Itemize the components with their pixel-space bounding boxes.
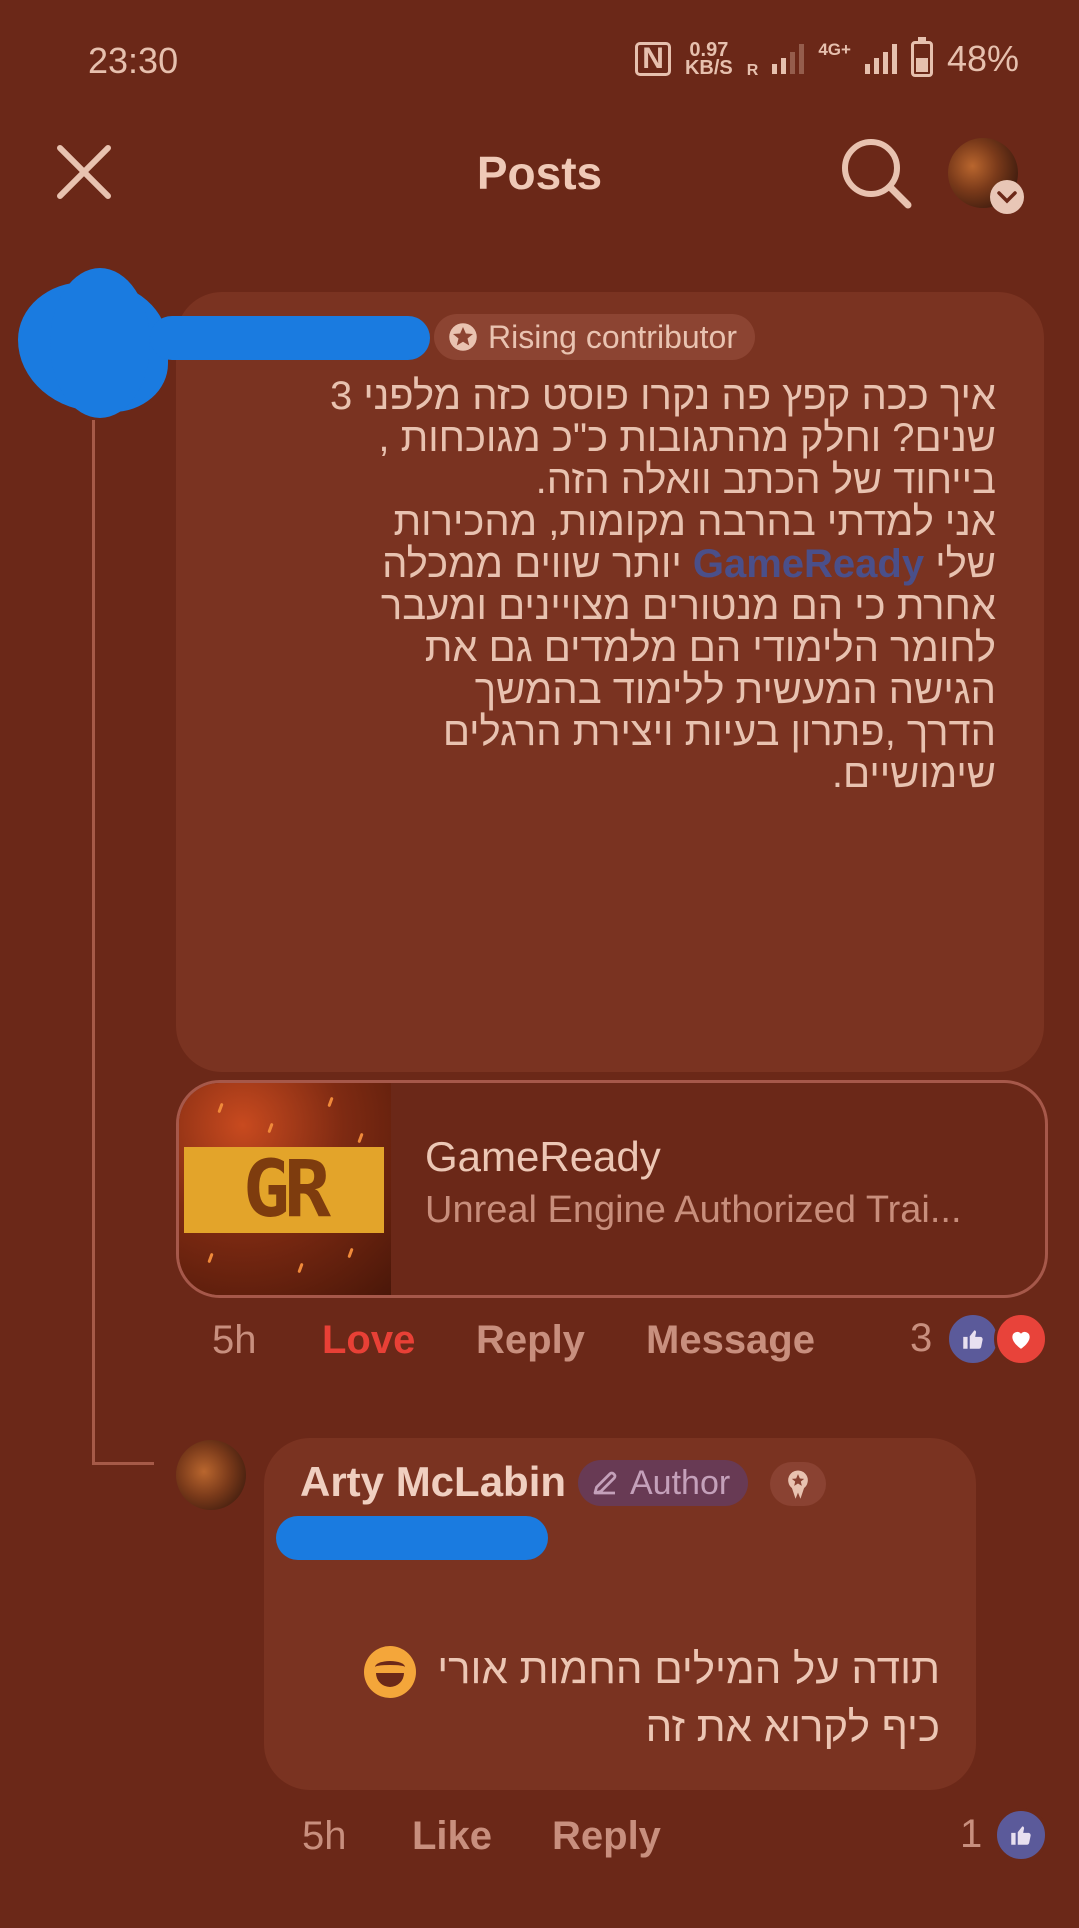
star-icon (449, 323, 477, 351)
roaming-indicator: R (746, 62, 759, 79)
link-subtitle: Unreal Engine Authorized Trai... (425, 1189, 962, 1231)
reply-fragment: תודה על המילים החמות אורי (437, 1645, 940, 1692)
link-title: GameReady (425, 1133, 661, 1180)
link-preview-card[interactable]: GR GameReady Unreal Engine Authorized Tr… (176, 1080, 1048, 1298)
love-button[interactable]: Love (322, 1318, 415, 1363)
comment-fragment: שלי (935, 542, 996, 586)
heart-icon (1012, 1331, 1030, 1349)
nfc-icon: N (635, 42, 671, 76)
comment-line-with-mention: שלי GameReady יותר שווים ממכלה (196, 543, 996, 585)
rising-contributor-badge: Rising contributor (434, 314, 755, 360)
reply-time: 5h (302, 1814, 347, 1858)
reply-author-name[interactable]: Arty McLabin (300, 1458, 566, 1506)
comment-line: אני למדתי בהרבה מקומות, מהכירות (393, 500, 996, 544)
reply-like-button[interactable]: Like (412, 1814, 492, 1859)
reply-like-reaction (994, 1808, 1048, 1862)
link-thumbnail: GR (179, 1083, 391, 1295)
network-type: 4G+ (818, 40, 851, 59)
comment-text: איך ככה קפץ פה נקרו פוסט כזה מלפני 3 שני… (196, 375, 996, 795)
comment-line: אחרת כי הם מנטורים מצויינים ומעבר (380, 584, 996, 628)
reply-line: תודה על המילים החמות אורי (300, 1640, 940, 1698)
network-speed: 0.97 KB/S (684, 40, 733, 79)
pencil-icon (593, 1471, 617, 1495)
like-reaction (946, 1312, 1000, 1366)
search-icon (842, 139, 912, 209)
reply-reply-button[interactable]: Reply (552, 1814, 661, 1859)
reply-author-avatar[interactable] (176, 1440, 246, 1510)
heart-reaction (994, 1312, 1048, 1366)
mention-link-gameready[interactable]: GameReady (693, 542, 924, 586)
speed-unit: KB/S (684, 57, 733, 79)
author-badge-label: Author (630, 1463, 731, 1502)
redaction-mark-avatar-2 (50, 268, 150, 418)
badge-label: Rising contributor (488, 318, 737, 355)
signal-icon-2 (864, 44, 897, 74)
comment-line: שימושיים. (831, 752, 996, 796)
author-badge: Author (578, 1460, 749, 1506)
comment-line: שנים? וחלק מהתגובות כ"כ מגוכחות , (378, 416, 996, 460)
chevron-down-icon (997, 191, 1017, 204)
message-button[interactable]: Message (646, 1318, 815, 1363)
comment-line: הדרך ,פתרון בעיות ויצירת הרגלים (442, 710, 996, 754)
status-icons: N 0.97 KB/S R 4G+ 48% (635, 37, 1019, 80)
grin-emoji-icon (363, 1645, 416, 1698)
redaction-mark-reply (276, 1516, 548, 1560)
comment-line: הגישה המעשית ללימוד בהמשך (474, 668, 996, 712)
status-time: 23:30 (88, 40, 179, 81)
comment-line: איך ככה קפץ פה נקרו פוסט כזה מלפני 3 (329, 374, 996, 418)
gameready-logo: GR (184, 1145, 384, 1235)
comment-time: 5h (212, 1318, 257, 1362)
reply-text: תודה על המילים החמות אורי כיף לקרוא את ז… (300, 1640, 940, 1756)
page-title: Posts (476, 147, 603, 199)
medal-icon (788, 1470, 808, 1499)
battery-icon (910, 37, 933, 77)
comment-fragment: יותר שווים ממכלה (382, 542, 682, 586)
signal-icon (772, 44, 805, 74)
redaction-mark-name (150, 316, 430, 360)
like-icon (1011, 1826, 1031, 1845)
comment-line: בייחוד של הכתב וואלה הזה. (535, 458, 996, 502)
thread-line (92, 420, 95, 1465)
reply-reaction-count[interactable]: 1 (960, 1812, 982, 1857)
battery-percent: 48% (946, 38, 1019, 79)
reaction-count[interactable]: 3 (910, 1316, 932, 1361)
thread-connector (92, 1462, 154, 1465)
comment-line: לחומר הלימודי הם מלמדים גם את (424, 626, 996, 670)
profile-menu-toggle[interactable] (990, 180, 1024, 214)
like-icon (963, 1330, 983, 1349)
achievement-badge (770, 1462, 826, 1506)
search-button[interactable] (838, 135, 914, 211)
reply-line: כיף לקרוא את זה (645, 1703, 940, 1750)
reply-button[interactable]: Reply (476, 1318, 585, 1363)
